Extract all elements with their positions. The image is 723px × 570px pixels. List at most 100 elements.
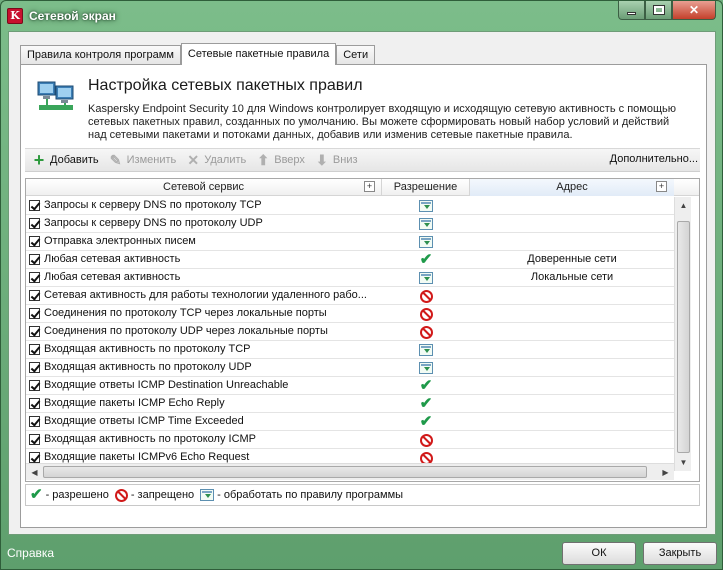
service-name: Любая сетевая активность (44, 253, 181, 265)
permission-cell[interactable] (382, 324, 470, 340)
rule-enabled-checkbox[interactable] (29, 236, 40, 247)
address-cell: Доверенные сети (527, 253, 617, 265)
permission-cell[interactable] (382, 216, 470, 232)
rule-enabled-checkbox[interactable] (29, 254, 40, 265)
tab-app-control-rules[interactable]: Правила контроля программ (20, 45, 181, 65)
delete-x-icon: ✕ (187, 151, 200, 168)
deny-icon (419, 289, 433, 303)
vertical-scroll-thumb[interactable] (677, 221, 690, 453)
tab-network-packet-rules[interactable]: Сетевые пакетные правила (180, 43, 337, 65)
table-row[interactable]: Входящие ответы ICMP Time Exceeded ✔ (26, 413, 674, 431)
window-title: Сетевой экран (29, 9, 116, 23)
add-rule-button[interactable]: + Добавить (29, 149, 102, 171)
permission-cell[interactable] (382, 270, 470, 286)
table-row[interactable]: Входящая активность по протоколу TCP (26, 341, 674, 359)
app-rule-icon (200, 489, 215, 501)
minimize-button[interactable] (618, 1, 645, 20)
horizontal-scroll-thumb[interactable] (43, 466, 647, 478)
service-name: Соединения по протоколу UDP через локаль… (44, 325, 328, 337)
rule-enabled-checkbox[interactable] (29, 362, 40, 373)
permission-cell[interactable] (382, 360, 470, 376)
help-link[interactable]: Справка (7, 546, 54, 560)
table-row[interactable]: Соединения по протоколу TCP через локаль… (26, 305, 674, 323)
close-window-button[interactable]: ✕ (672, 1, 716, 20)
table-row[interactable]: Входящая активность по протоколу UDP (26, 359, 674, 377)
title-bar[interactable]: K Сетевой экран ✕ (1, 1, 722, 31)
permission-cell[interactable]: ✔ (382, 396, 470, 412)
permission-cell[interactable] (382, 234, 470, 250)
scroll-right-icon[interactable]: ▶ (657, 464, 674, 481)
permission-cell[interactable] (382, 306, 470, 322)
column-header-address[interactable]: Адрес (470, 179, 674, 196)
rule-enabled-checkbox[interactable] (29, 326, 40, 337)
table-row[interactable]: Входящие пакеты ICMP Echo Reply ✔ (26, 395, 674, 413)
tab-panel: Настройка сетевых пакетных правил Kasper… (20, 64, 707, 528)
table-row[interactable]: Любая сетевая активность Локальные сети (26, 269, 674, 287)
legend-denied-text: - запрещено (130, 489, 195, 501)
table-row[interactable]: Запросы к серверу DNS по протоколу UDP (26, 215, 674, 233)
table-row[interactable]: Сетевая активность для работы технологии… (26, 287, 674, 305)
table-row[interactable]: Соединения по протоколу UDP через локаль… (26, 323, 674, 341)
table-row[interactable]: Входящие ответы ICMP Destination Unreach… (26, 377, 674, 395)
table-row[interactable]: Входящая активность по протоколу ICMP (26, 431, 674, 449)
rule-enabled-checkbox[interactable] (29, 272, 40, 283)
page-description: Kaspersky Endpoint Security 10 для Windo… (88, 103, 676, 141)
legend-allowed-text: - разрешено (45, 489, 109, 501)
service-name: Входящие ответы ICMP Destination Unreach… (44, 379, 289, 391)
permission-cell[interactable] (382, 432, 470, 448)
permission-cell[interactable] (382, 342, 470, 358)
move-up-label: Вверх (274, 154, 305, 166)
column-header-service[interactable]: Сетевой сервис (26, 179, 382, 196)
horizontal-scrollbar[interactable]: ◀ ▶ (26, 463, 674, 480)
expand-address-column-icon[interactable]: + (656, 181, 667, 192)
ok-button[interactable]: ОК (562, 542, 636, 565)
minimize-icon (627, 12, 636, 15)
column-header-permission[interactable]: Разрешение (382, 179, 470, 196)
permission-cell[interactable] (382, 288, 470, 304)
tab-networks[interactable]: Сети (336, 45, 376, 65)
maximize-button[interactable] (645, 1, 672, 20)
permission-cell[interactable]: ✔ (382, 252, 470, 268)
permission-cell[interactable] (382, 198, 470, 214)
edit-rule-button[interactable]: ✎ Изменить (106, 149, 180, 171)
rule-enabled-checkbox[interactable] (29, 452, 40, 463)
rule-enabled-checkbox[interactable] (29, 218, 40, 229)
table-row[interactable]: Запросы к серверу DNS по протоколу TCP (26, 197, 674, 215)
page-title: Настройка сетевых пакетных правил (88, 77, 363, 94)
table-row[interactable]: Отправка электронных писем (26, 233, 674, 251)
rule-enabled-checkbox[interactable] (29, 380, 40, 391)
scroll-left-icon[interactable]: ◀ (26, 464, 43, 481)
rule-enabled-checkbox[interactable] (29, 398, 40, 409)
rule-enabled-checkbox[interactable] (29, 290, 40, 301)
rule-enabled-checkbox[interactable] (29, 308, 40, 319)
close-button[interactable]: Закрыть (643, 542, 717, 565)
legend-by-rule-text: - обработать по правилу программы (217, 489, 404, 501)
rule-enabled-checkbox[interactable] (29, 434, 40, 445)
rules-table: Сетевой сервис + Разрешение Адрес + Запр… (25, 178, 700, 482)
service-name: Отправка электронных писем (44, 235, 196, 247)
move-up-button[interactable]: ⬆ Вверх (253, 149, 308, 171)
legend-by-rule: - обработать по правилу программы (200, 489, 403, 501)
vertical-scrollbar[interactable]: ▲ ▼ (674, 197, 691, 471)
delete-rule-button[interactable]: ✕ Удалить (183, 149, 249, 171)
expand-columns-icon[interactable]: + (364, 181, 375, 192)
header-block: Настройка сетевых пакетных правил Kasper… (21, 65, 706, 149)
scroll-down-icon[interactable]: ▼ (675, 454, 692, 471)
permission-cell[interactable]: ✔ (382, 414, 470, 430)
allow-check-icon: ✔ (419, 251, 433, 268)
scroll-up-icon[interactable]: ▲ (675, 197, 692, 214)
rule-enabled-checkbox[interactable] (29, 200, 40, 211)
permission-cell[interactable]: ✔ (382, 378, 470, 394)
move-down-button[interactable]: ⬇ Вниз (312, 149, 361, 171)
rule-enabled-checkbox[interactable] (29, 344, 40, 355)
service-name: Входящие пакеты ICMP Echo Reply (44, 397, 225, 409)
service-name: Сетевая активность для работы технологии… (44, 289, 367, 301)
table-row[interactable]: Любая сетевая активность ✔ Доверенные сети (26, 251, 674, 269)
firewall-window: K Сетевой экран ✕ Правила контроля прогр… (0, 0, 723, 570)
rule-enabled-checkbox[interactable] (29, 416, 40, 427)
more-options-button[interactable]: Дополнительно... (610, 153, 698, 165)
rules-toolbar: + Добавить ✎ Изменить ✕ Удалить ⬆ Вверх … (25, 148, 700, 172)
allow-check-icon: ✔ (419, 395, 433, 412)
table-header: Сетевой сервис + Разрешение Адрес + (26, 179, 699, 196)
app-rule-icon (419, 236, 433, 248)
